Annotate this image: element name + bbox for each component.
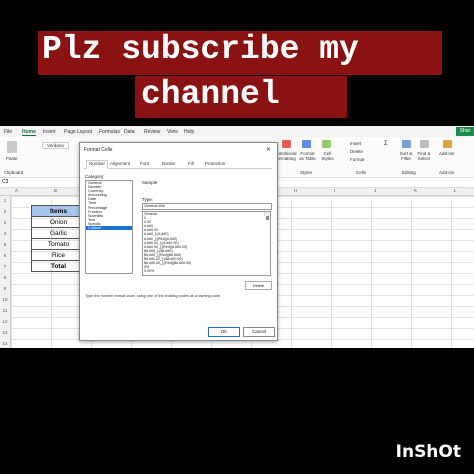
row-header[interactable]: 8 [0, 275, 10, 280]
subscribe-banner-line1: Plz subscribe my [38, 31, 442, 75]
type-list[interactable]: General 0 0.00 #,##0 #,##0.00 #,##0_);(#… [142, 211, 271, 276]
paste-icon[interactable] [7, 141, 17, 153]
item-cell[interactable]: Tomato [31, 238, 86, 250]
insert-cells-button[interactable]: Insert [350, 141, 361, 146]
type-input[interactable]: General ### [142, 203, 272, 210]
tab-fill[interactable]: Fill [188, 161, 194, 166]
row-header[interactable]: 7 [0, 264, 10, 269]
tab-file[interactable]: File [4, 129, 12, 135]
font-name-select[interactable]: Verdana [42, 142, 69, 149]
add-ins-label: Add-ins [439, 151, 455, 156]
type-list-scrollbar[interactable] [264, 212, 270, 221]
column-header[interactable]: I [334, 188, 335, 193]
row-header[interactable]: 2 [0, 209, 10, 214]
dialog-title: Format Cells [84, 147, 113, 153]
tab-font[interactable]: Font [140, 161, 149, 166]
tab-review[interactable]: Review [144, 129, 160, 135]
tab-number[interactable]: Number [86, 160, 109, 169]
row-header[interactable]: 9 [0, 286, 10, 291]
format-hint-text: Type the number format code, using one o… [85, 294, 221, 298]
row-header[interactable]: 11 [0, 308, 10, 313]
format-table-label: Format as Table [299, 151, 316, 161]
paste-label: Paste [6, 156, 18, 161]
delete-format-button[interactable]: Delete [245, 281, 272, 290]
column-header[interactable]: B [54, 188, 57, 193]
item-cell[interactable]: Onion [31, 216, 86, 228]
share-button[interactable]: Shar [456, 127, 474, 136]
sample-label: Sample [142, 180, 158, 185]
items-header-cell[interactable]: Items [31, 205, 86, 217]
total-cell[interactable]: Total [31, 260, 86, 272]
column-header[interactable]: A [15, 188, 18, 193]
column-header[interactable]: L [454, 188, 457, 193]
cell-styles-label: Cell Styles [321, 151, 334, 161]
find-select-label: Find & Select [417, 151, 431, 161]
item-cell[interactable]: Rice [31, 249, 86, 261]
sort-filter-icon[interactable] [402, 140, 411, 148]
format-cells-button[interactable]: Format [350, 157, 364, 162]
column-header[interactable]: K [414, 188, 417, 193]
row-header[interactable]: 14 [0, 341, 10, 346]
format-cells-dialog: Format Cells ✕ Number Alignment Font Bor… [79, 142, 278, 341]
cancel-button[interactable]: Cancel [243, 327, 275, 337]
row-headers: 1 2 3 4 5 6 7 8 9 10 11 12 13 14 [0, 196, 11, 348]
tab-page-layout[interactable]: Page Layout [64, 129, 92, 135]
column-header[interactable]: J [374, 188, 376, 193]
item-cell[interactable]: Garlic [31, 227, 86, 239]
subscribe-banner-line2: channel [135, 76, 347, 118]
row-header[interactable]: 12 [0, 319, 10, 324]
editing-group-label: Editing [402, 170, 416, 175]
dialog-tabs: Number Alignment Font Border Fill Protec… [84, 160, 272, 169]
tab-protection[interactable]: Protection [205, 161, 225, 166]
styles-group-label: Styles [300, 170, 313, 175]
scrollbar-thumb[interactable] [266, 216, 269, 221]
inshot-watermark: InShOt [395, 442, 461, 462]
row-header[interactable]: 6 [0, 253, 10, 258]
tab-data[interactable]: Data [124, 129, 135, 135]
tab-insert[interactable]: Insert [43, 129, 56, 135]
add-ins-group-label: Add-ins [439, 170, 455, 175]
tab-border[interactable]: Border [162, 161, 176, 166]
tab-formulas[interactable]: Formulas [99, 129, 120, 135]
row-header[interactable]: 1 [0, 198, 10, 203]
close-icon[interactable]: ✕ [266, 146, 271, 153]
conditional-formatting-icon[interactable] [282, 140, 291, 148]
tab-home[interactable]: Home [22, 129, 36, 136]
list-item[interactable]: 0.00% [143, 269, 270, 273]
name-box[interactable]: C3 [2, 179, 8, 185]
category-label: Category: [85, 174, 105, 179]
clipboard-group-label: Clipboard [4, 170, 24, 175]
column-header[interactable]: H [294, 188, 297, 193]
delete-cells-button[interactable]: Delete [350, 149, 363, 154]
items-table: Items Onion Garlic Tomato Rice Total [31, 205, 86, 272]
row-header[interactable]: 3 [0, 220, 10, 225]
type-label: Type: [142, 197, 154, 202]
row-header[interactable]: 5 [0, 242, 10, 247]
category-list[interactable]: General Number Currency Accounting Date … [85, 180, 133, 274]
cells-group-label: Cells [356, 170, 367, 175]
autosum-icon[interactable]: Σ [384, 141, 388, 147]
menu-bar: File Home Insert Page Layout Formulas Da… [0, 126, 474, 137]
cell-styles-icon[interactable] [322, 140, 331, 148]
tab-help[interactable]: Help [184, 129, 194, 135]
list-item-selected[interactable]: Custom [86, 226, 132, 231]
row-header[interactable]: 10 [0, 297, 10, 302]
row-header[interactable]: 4 [0, 231, 10, 236]
row-header[interactable]: 13 [0, 330, 10, 335]
sort-filter-label: Sort & Filter [399, 151, 413, 161]
ok-button[interactable]: OK [208, 327, 240, 337]
find-select-icon[interactable] [420, 140, 429, 148]
format-table-icon[interactable] [302, 140, 311, 148]
add-ins-icon[interactable] [443, 140, 452, 148]
tab-alignment[interactable]: Alignment [110, 161, 130, 166]
tab-view[interactable]: View [167, 129, 178, 135]
